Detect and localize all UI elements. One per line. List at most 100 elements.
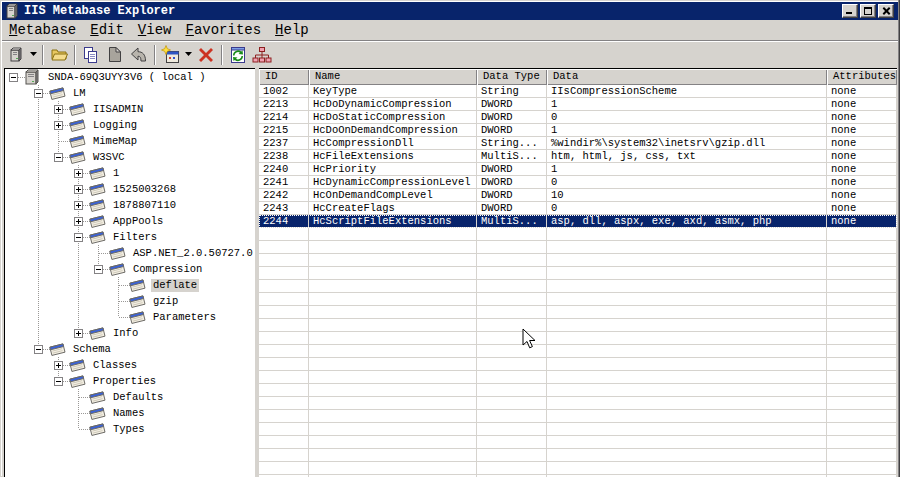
cell [477, 267, 547, 280]
list-row-2238[interactable]: 2238HcFileExtensionsMultiS...htm, html, … [259, 150, 897, 163]
minimize-button[interactable] [842, 4, 858, 18]
menu-help[interactable]: Help [268, 21, 316, 39]
menu-edit[interactable]: Edit [83, 21, 131, 39]
close-button[interactable] [878, 4, 894, 18]
column-header-name[interactable]: Name [309, 69, 477, 85]
list-row-2215[interactable]: 2215HcDoOnDemandCompressionDWORD1none [259, 124, 897, 137]
dropdown-arrow-icon[interactable] [183, 44, 194, 66]
tree-item-asp-net-2-0-50727-0[interactable]: ASP.NET_2.0.50727.0 [5, 245, 255, 261]
list-row-2242[interactable]: 2242HcOnDemandCompLevelDWORD10none [259, 189, 897, 202]
cell [477, 397, 547, 410]
expand-icon[interactable] [74, 185, 83, 194]
list-row-2213[interactable]: 2213HcDoDynamicCompressionDWORD1none [259, 98, 897, 111]
menu-favorites[interactable]: Favorites [178, 21, 268, 39]
collapse-icon[interactable] [34, 89, 43, 98]
menu-metabase[interactable]: Metabase [2, 21, 83, 39]
paste-icon[interactable] [103, 44, 127, 66]
cell [477, 436, 547, 449]
menu-view[interactable]: View [131, 21, 179, 39]
cell: HcPriority [309, 163, 477, 176]
tree-item-schema[interactable]: Schema [5, 341, 255, 357]
column-header-data-type[interactable]: Data Type [477, 69, 547, 85]
tree-item-filters[interactable]: Filters [5, 229, 255, 245]
toolbar-separator [221, 45, 223, 65]
tree-item-snda-69q3uyy3v6-local-[interactable]: SNDA-69Q3UYY3V6 ( local ) [5, 69, 255, 85]
cell [259, 462, 309, 475]
expand-icon[interactable] [74, 217, 83, 226]
tree-item-classes[interactable]: Classes [5, 357, 255, 373]
collapse-icon[interactable] [94, 265, 103, 274]
collapse-icon[interactable] [74, 233, 83, 242]
dropdown-arrow-icon[interactable] [28, 44, 39, 66]
cell [477, 462, 547, 475]
delete-icon[interactable] [194, 44, 218, 66]
expand-icon[interactable] [54, 105, 63, 114]
cell: MultiS... [477, 215, 547, 228]
list-row-2237[interactable]: 2237HcCompressionDllString...%windir%\sy… [259, 137, 897, 150]
tree-item-properties[interactable]: Properties [5, 373, 255, 389]
tree-item-parameters[interactable]: Parameters [5, 309, 255, 325]
cell: DWORD [477, 176, 547, 189]
copy-icon[interactable] [79, 44, 103, 66]
cell [547, 384, 827, 397]
cell [547, 462, 827, 475]
export-icon[interactable] [47, 44, 71, 66]
list-row-2244[interactable]: 2244HcScriptFileExtensionsMultiS...asp, … [259, 215, 897, 228]
list-row-2241[interactable]: 2241HcDynamicCompressionLevelDWORD0none [259, 176, 897, 189]
toolbar-separator [154, 45, 156, 65]
collapse-icon[interactable] [34, 345, 43, 354]
tree-item-1878807110[interactable]: 1878807110 [5, 197, 255, 213]
cell: 2240 [259, 163, 309, 176]
connect-server-icon[interactable] [4, 44, 28, 66]
titlebar[interactable]: IIS Metabase Explorer [2, 2, 898, 20]
cell [259, 332, 309, 345]
collapse-icon[interactable] [54, 153, 63, 162]
cell: none [827, 111, 897, 124]
list-row-2214[interactable]: 2214HcDoStaticCompressionDWORD0none [259, 111, 897, 124]
tree-item-label: Compression [131, 263, 204, 276]
cell: MultiS... [477, 150, 547, 163]
cell: 0 [547, 176, 827, 189]
tree-item-defaults[interactable]: Defaults [5, 389, 255, 405]
collapse-icon[interactable] [9, 73, 18, 82]
tree-item-gzip[interactable]: gzip [5, 293, 255, 309]
tree-item-1[interactable]: 1 [5, 165, 255, 181]
list-row-empty [259, 371, 897, 384]
tree-item-compression[interactable]: Compression [5, 261, 255, 277]
tree-item-mimemap[interactable]: MimeMap [5, 133, 255, 149]
refresh-icon[interactable] [226, 44, 250, 66]
cell: String [477, 85, 547, 98]
expand-icon[interactable] [54, 121, 63, 130]
new-key-icon[interactable] [159, 44, 183, 66]
cell: DWORD [477, 189, 547, 202]
cell [547, 267, 827, 280]
tree-item-w3svc[interactable]: W3SVC [5, 149, 255, 165]
cell: 1 [547, 98, 827, 111]
expand-icon[interactable] [74, 169, 83, 178]
column-header-id[interactable]: ID [259, 69, 309, 85]
column-header-attributes[interactable]: Attributes [827, 69, 897, 85]
column-header-data[interactable]: Data [547, 69, 827, 85]
list-row-2240[interactable]: 2240HcPriorityDWORD1none [259, 163, 897, 176]
expand-icon[interactable] [54, 361, 63, 370]
tree-item-names[interactable]: Names [5, 405, 255, 421]
cell [547, 228, 827, 241]
expand-icon[interactable] [74, 329, 83, 338]
tree-item-logging[interactable]: Logging [5, 117, 255, 133]
tree-item-1525003268[interactable]: 1525003268 [5, 181, 255, 197]
list-panel: IDNameData TypeDataAttributes 1002KeyTyp… [259, 68, 897, 477]
hierarchy-icon[interactable] [250, 44, 274, 66]
collapse-icon[interactable] [54, 377, 63, 386]
list-row-2243[interactable]: 2243HcCreateFlagsDWORD0none [259, 202, 897, 215]
list-row-1002[interactable]: 1002KeyTypeStringIIsCompressionSchemenon… [259, 85, 897, 98]
tree-item-deflate[interactable]: deflate [5, 277, 255, 293]
expand-icon[interactable] [74, 201, 83, 210]
window-title: IIS Metabase Explorer [24, 4, 175, 18]
tree-item-apppools[interactable]: AppPools [5, 213, 255, 229]
tree-item-types[interactable]: Types [5, 421, 255, 437]
tree-item-iisadmin[interactable]: IISADMIN [5, 101, 255, 117]
undo-icon[interactable] [127, 44, 151, 66]
tree-item-info[interactable]: Info [5, 325, 255, 341]
maximize-button[interactable] [860, 4, 876, 18]
tree-item-lm[interactable]: LM [5, 85, 255, 101]
